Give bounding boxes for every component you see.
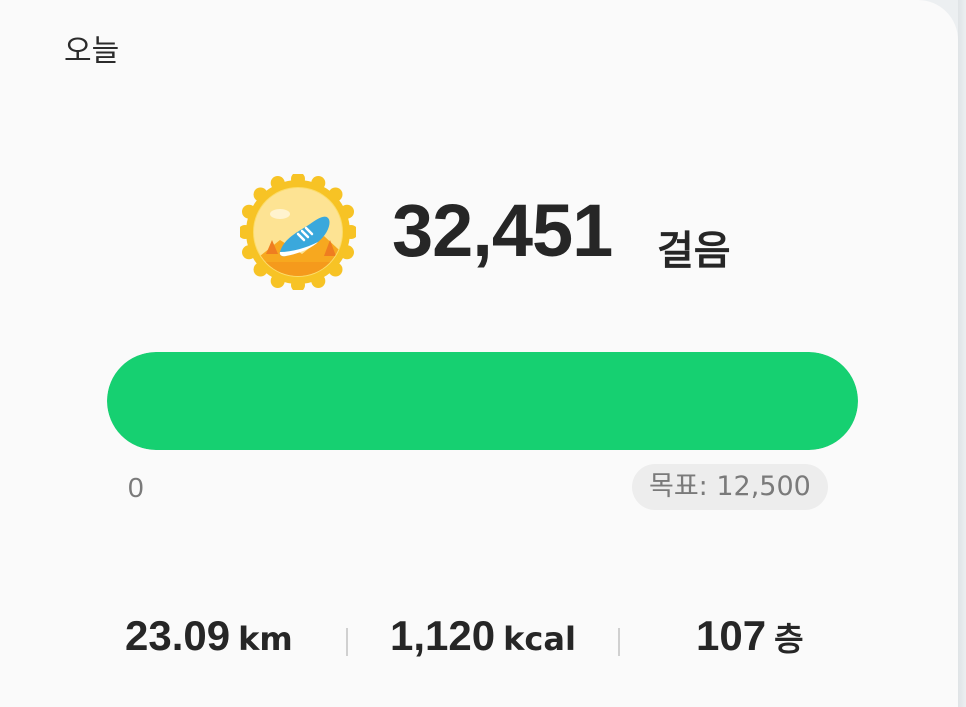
calories-value: 1,120 [390,612,496,659]
running-shoe-badge-icon [238,172,358,292]
step-progress-fill [107,352,858,450]
step-progress-bar [107,352,858,450]
calories-unit: kcal [503,620,576,658]
step-count-unit: 걸음 [657,228,731,274]
goal-badge[interactable]: 목표: 12,500 [632,464,828,510]
stat-divider [618,628,620,656]
floors-unit: 층 [774,620,804,658]
distance-stat: 23.09 km [125,612,293,660]
distance-unit: km [238,620,293,658]
card-edge-shadow [958,0,966,707]
distance-value: 23.09 [125,612,231,659]
calories-stat: 1,120 kcal [390,612,576,660]
step-count: 32,451 [392,189,613,272]
floors-stat: 107 층 [696,612,804,660]
stat-divider [346,628,348,656]
floors-value: 107 [696,612,767,659]
progress-start-label: 0 [128,472,144,503]
today-steps-card[interactable]: 오늘 32,451 걸음 0 목표: 12,500 23.09 km 1,120… [0,0,958,707]
card-title: 오늘 [64,34,120,69]
